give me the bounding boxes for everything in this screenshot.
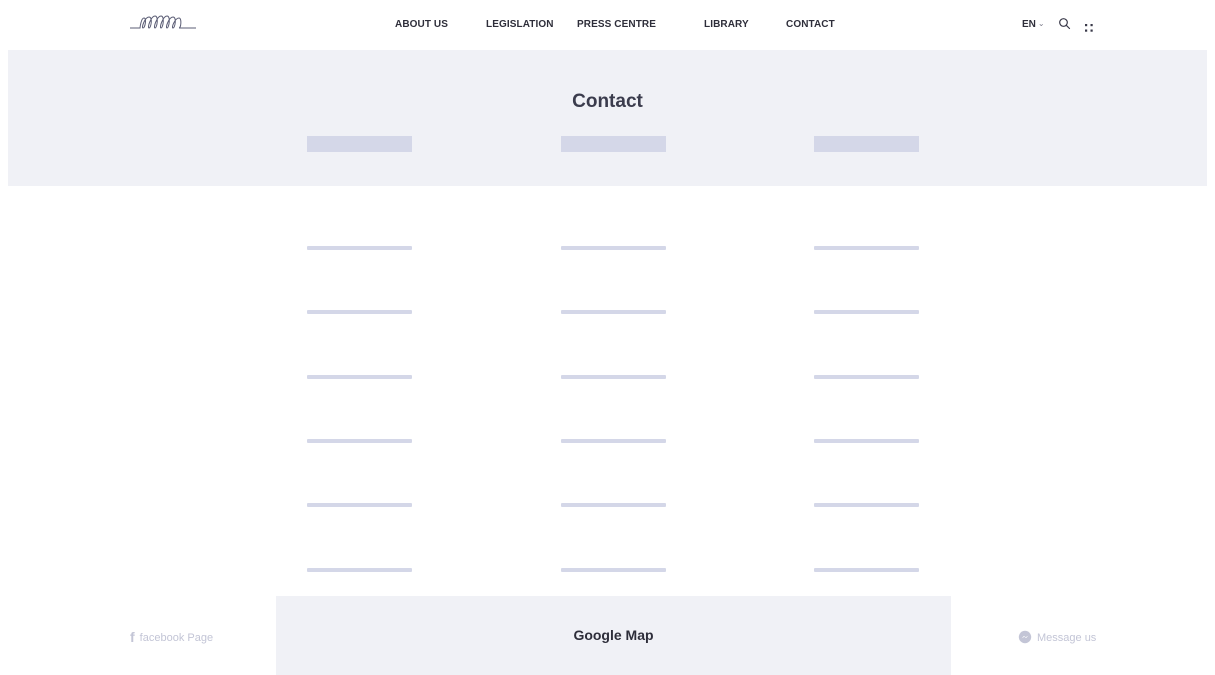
placeholder-line xyxy=(561,310,666,314)
chevron-down-icon: ⌄ xyxy=(1037,19,1045,28)
language-label: EN xyxy=(1022,19,1036,30)
message-us-label: Message us xyxy=(1037,632,1097,644)
google-map[interactable]: Google Map xyxy=(276,596,951,675)
hero-tab-placeholder[interactable] xyxy=(561,136,666,152)
search-icon[interactable] xyxy=(1058,17,1072,31)
placeholder-line xyxy=(814,503,919,507)
facebook-link-label: facebook Page xyxy=(139,632,214,644)
placeholder-line xyxy=(561,246,666,250)
placeholder-line xyxy=(814,310,919,314)
hero-tab-placeholder[interactable] xyxy=(307,136,412,152)
placeholder-line xyxy=(307,503,412,507)
placeholder-line xyxy=(561,439,666,443)
placeholder-line xyxy=(307,310,412,314)
hero-tab-placeholder[interactable] xyxy=(814,136,919,152)
facebook-icon: f xyxy=(130,629,135,645)
message-us-link[interactable]: Message us xyxy=(1018,630,1096,644)
placeholder-line xyxy=(561,503,666,507)
nav-contact[interactable]: CONTACT xyxy=(786,19,835,30)
placeholder-line xyxy=(814,568,919,572)
nav-press-centre[interactable]: PRESS CENTRE xyxy=(577,19,656,30)
placeholder-line xyxy=(307,246,412,250)
placeholder-line xyxy=(561,568,666,572)
facebook-page-link[interactable]: f facebook Page xyxy=(130,629,213,645)
messenger-icon xyxy=(1018,630,1032,644)
placeholder-line xyxy=(814,375,919,379)
placeholder-line xyxy=(307,568,412,572)
grid-dots-icon[interactable] xyxy=(1084,20,1094,32)
placeholder-line xyxy=(307,439,412,443)
placeholder-line xyxy=(814,439,919,443)
nav-library[interactable]: LIBRARY xyxy=(704,19,749,30)
language-selector[interactable]: EN ⌄ xyxy=(1022,19,1045,30)
placeholder-line xyxy=(307,375,412,379)
site-header: ABOUT US LEGISLATION PRESS CENTRE LIBRAR… xyxy=(0,0,1215,50)
nav-legislation[interactable]: LEGISLATION xyxy=(486,19,554,30)
contact-hero: Contact xyxy=(8,50,1207,186)
nav-about-us[interactable]: ABOUT US xyxy=(395,19,448,30)
contact-page: ABOUT US LEGISLATION PRESS CENTRE LIBRAR… xyxy=(0,0,1215,675)
page-title: Contact xyxy=(572,91,643,112)
placeholder-line xyxy=(814,246,919,250)
map-label: Google Map xyxy=(573,627,654,643)
placeholder-line xyxy=(561,375,666,379)
